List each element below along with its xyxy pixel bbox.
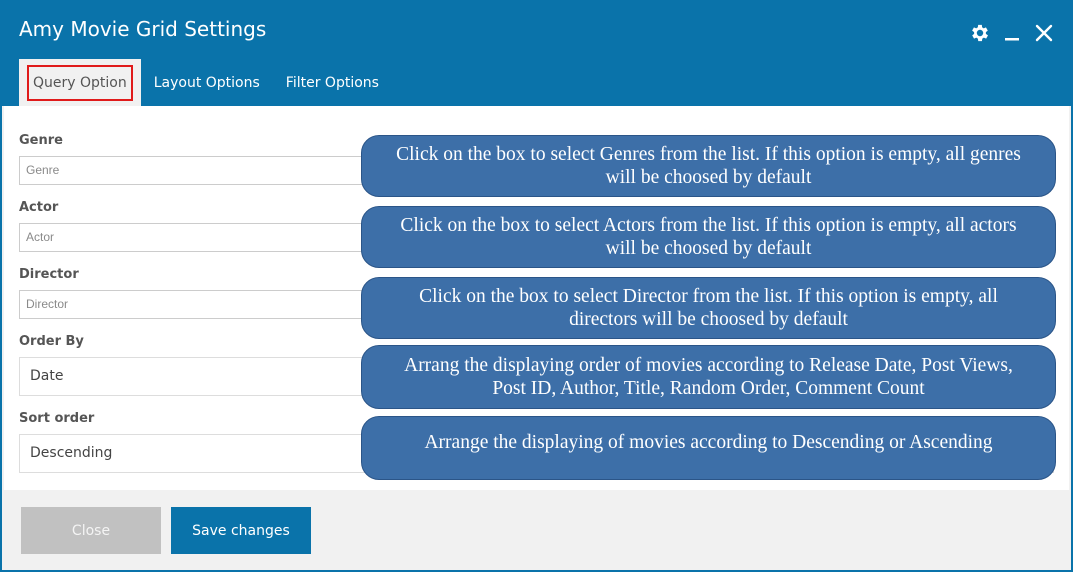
order-by-callout: Arrang the displaying order of movies ac… xyxy=(361,345,1056,409)
tab-label: Layout Options xyxy=(153,74,260,91)
tab-layout-options[interactable]: Layout Options xyxy=(141,59,273,106)
dialog-title: Amy Movie Grid Settings xyxy=(19,17,267,41)
tab-label: Filter Options xyxy=(285,74,379,91)
tab-bar: Query Option Layout Options Filter Optio… xyxy=(19,59,392,106)
minimize-icon[interactable] xyxy=(999,20,1025,46)
dialog-footer: Close Save changes xyxy=(4,490,1069,570)
director-callout: Click on the box to select Director from… xyxy=(361,277,1056,339)
settings-dialog: Amy Movie Grid Settings Query Option Lay… xyxy=(0,0,1073,572)
save-changes-button[interactable]: Save changes xyxy=(171,507,311,554)
tab-query-option[interactable]: Query Option xyxy=(19,59,141,106)
close-icon[interactable] xyxy=(1031,20,1057,46)
genre-callout: Click on the box to select Genres from t… xyxy=(361,135,1056,197)
window-controls xyxy=(967,20,1057,46)
sort-order-callout: Arrange the displaying of movies accordi… xyxy=(361,416,1056,480)
tab-filter-options[interactable]: Filter Options xyxy=(273,59,392,106)
actor-callout: Click on the box to select Actors from t… xyxy=(361,206,1056,268)
tab-label: Query Option xyxy=(27,64,133,101)
gear-icon[interactable] xyxy=(967,20,993,46)
dialog-header: Amy Movie Grid Settings Query Option Lay… xyxy=(2,2,1071,106)
close-button[interactable]: Close xyxy=(21,507,161,554)
